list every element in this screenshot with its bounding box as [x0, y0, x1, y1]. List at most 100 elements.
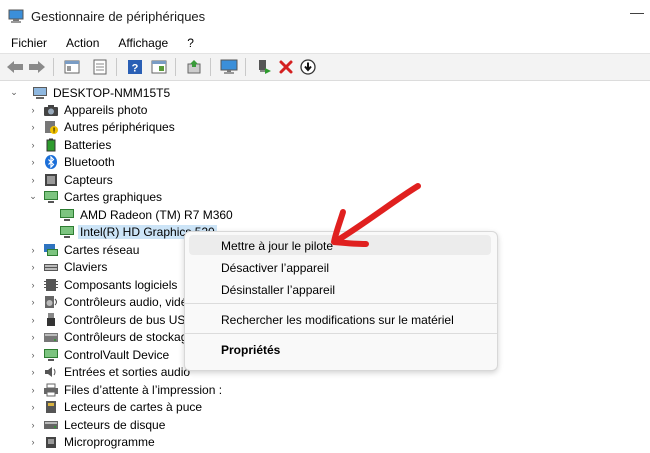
- collapse-chevron-icon[interactable]: ⌄: [27, 191, 39, 202]
- expand-chevron-icon[interactable]: ›: [27, 367, 39, 377]
- tree-item-usb[interactable]: › Contrôleurs de bus USB: [27, 311, 193, 328]
- unknown-device-icon: !: [43, 120, 59, 134]
- forward-icon[interactable]: [27, 57, 47, 77]
- bluetooth-icon: [43, 154, 59, 169]
- tree-item-label: Capteurs: [64, 172, 113, 187]
- tree-item-label: Contrôleurs de stockage: [64, 329, 195, 344]
- toolbar-separator: [53, 58, 54, 76]
- collapse-chevron-icon[interactable]: ⌄: [8, 87, 20, 98]
- update-driver-icon[interactable]: [184, 57, 204, 77]
- window-title: Gestionnaire de périphériques: [31, 8, 206, 24]
- tree-item-label: Files d’attente à l’impression :: [64, 382, 223, 397]
- expand-chevron-icon[interactable]: ›: [27, 437, 39, 447]
- help-icon[interactable]: ?: [125, 57, 145, 77]
- download-icon[interactable]: [298, 57, 318, 77]
- tree-item-label: Batteries: [64, 137, 112, 152]
- monitor-icon[interactable]: [219, 57, 239, 77]
- tree-item-sensors[interactable]: › Capteurs: [27, 171, 113, 188]
- expand-chevron-icon[interactable]: ›: [27, 157, 39, 167]
- tree-item-label: Lecteurs de cartes à puce: [64, 399, 203, 414]
- expand-chevron-icon[interactable]: ›: [27, 175, 39, 185]
- tree-item-label: Bluetooth: [64, 154, 115, 169]
- device-manager-icon: [8, 8, 24, 24]
- expand-chevron-icon[interactable]: ›: [27, 280, 39, 290]
- tree-item-audio-io[interactable]: › Entrées et sorties audio: [27, 363, 191, 380]
- disk-icon: [43, 418, 59, 432]
- expand-chevron-icon[interactable]: ›: [27, 350, 39, 360]
- expand-chevron-icon[interactable]: ›: [27, 105, 39, 115]
- tree-item-network[interactable]: › Cartes réseau: [27, 241, 140, 258]
- expand-chevron-icon[interactable]: ›: [27, 262, 39, 272]
- expand-chevron-icon[interactable]: ›: [27, 315, 39, 325]
- tree-item-firmware[interactable]: › Microprogramme: [27, 433, 155, 450]
- sensor-icon: [43, 173, 59, 187]
- uninstall-icon[interactable]: [276, 57, 296, 77]
- camera-icon: [43, 103, 59, 117]
- properties-menu-item[interactable]: Propriétés: [221, 343, 280, 357]
- toolbar-separator: [210, 58, 211, 76]
- expand-chevron-icon[interactable]: ›: [27, 402, 39, 412]
- expand-chevron-icon[interactable]: ›: [27, 332, 39, 342]
- tree-item-display-adapters[interactable]: ⌄ Cartes graphiques: [27, 188, 162, 205]
- tree-child-amd[interactable]: AMD Radeon (TM) R7 M360: [59, 206, 233, 223]
- toolbar-separator: [245, 58, 246, 76]
- tree-item-storage[interactable]: › Contrôleurs de stockage: [27, 328, 195, 345]
- tree-item-keyboards[interactable]: › Claviers: [27, 258, 108, 275]
- enable-icon[interactable]: [254, 57, 274, 77]
- display-adapter-icon: [59, 208, 75, 222]
- menu-fichier[interactable]: Fichier: [0, 36, 55, 50]
- expand-chevron-icon[interactable]: ›: [27, 297, 39, 307]
- tree-item-other-devices[interactable]: › ! Autres périphériques: [27, 118, 175, 135]
- view-icon[interactable]: [149, 57, 169, 77]
- scan-hardware-menu-item[interactable]: Rechercher les modifications sur le maté…: [221, 313, 454, 327]
- back-icon[interactable]: [5, 57, 25, 77]
- tree-root[interactable]: ⌄ DESKTOP-NMM15T5: [8, 84, 170, 101]
- tree-item-label: Cartes réseau: [64, 242, 140, 257]
- storage-icon: [43, 330, 59, 344]
- tree-item-disk-drives[interactable]: › Lecteurs de disque: [27, 416, 166, 433]
- expand-chevron-icon[interactable]: ›: [27, 122, 39, 132]
- menu-action[interactable]: Action: [55, 36, 107, 50]
- tree-child-label: AMD Radeon (TM) R7 M360: [80, 207, 233, 222]
- tree-item-print-queues[interactable]: › Files d’attente à l’impression :: [27, 381, 223, 398]
- tree-item-label: Entrées et sorties audio: [64, 364, 191, 379]
- uninstall-device-menu-item[interactable]: Désinstaller l’appareil: [221, 283, 335, 297]
- disable-device-menu-item[interactable]: Désactiver l’appareil: [221, 261, 329, 275]
- toolbar-separator: [175, 58, 176, 76]
- printer-icon: [43, 383, 59, 397]
- tree-item-label: Appareils photo: [64, 102, 148, 117]
- context-menu-separator: [185, 303, 497, 304]
- tree-item-batteries[interactable]: › Batteries: [27, 136, 112, 153]
- expand-chevron-icon[interactable]: ›: [27, 140, 39, 150]
- menu-help[interactable]: ?: [176, 36, 202, 50]
- audio-icon: [43, 295, 59, 309]
- tree-item-cameras[interactable]: › Appareils photo: [27, 101, 148, 118]
- tree-item-smartcard[interactable]: › Lecteurs de cartes à puce: [27, 398, 203, 415]
- properties-icon[interactable]: [62, 57, 82, 77]
- menu-affichage[interactable]: Affichage: [107, 36, 176, 50]
- tree-item-bluetooth[interactable]: › Bluetooth: [27, 153, 115, 170]
- context-menu-separator: [185, 333, 497, 334]
- computer-icon: [32, 86, 48, 100]
- context-menu: Mettre à jour le pilote Désactiver l’app…: [184, 231, 498, 371]
- tree-item-label: Contrôleurs de bus USB: [64, 312, 194, 327]
- title-bar: Gestionnaire de périphériques —: [0, 0, 650, 32]
- tree-item-label: Cartes graphiques: [64, 189, 163, 204]
- expand-chevron-icon[interactable]: ›: [27, 420, 39, 430]
- minimize-button[interactable]: —: [630, 4, 644, 20]
- update-driver-menu-item[interactable]: Mettre à jour le pilote: [221, 239, 333, 253]
- firmware-icon: [43, 435, 59, 449]
- tree-item-label: ControlVault Device: [64, 347, 170, 362]
- tree-item-label: Autres périphériques: [64, 119, 175, 134]
- battery-icon: [43, 138, 59, 152]
- display-adapter-icon: [59, 225, 75, 239]
- toolbar: ?: [0, 53, 650, 81]
- tree-item-controlvault[interactable]: › ControlVault Device: [27, 346, 170, 363]
- list-icon[interactable]: [90, 57, 110, 77]
- svg-text:?: ?: [132, 63, 139, 75]
- usb-icon: [43, 312, 59, 327]
- security-device-icon: [43, 348, 59, 362]
- tree-item-software-components[interactable]: › Composants logiciels: [27, 276, 178, 293]
- expand-chevron-icon[interactable]: ›: [27, 385, 39, 395]
- expand-chevron-icon[interactable]: ›: [27, 245, 39, 255]
